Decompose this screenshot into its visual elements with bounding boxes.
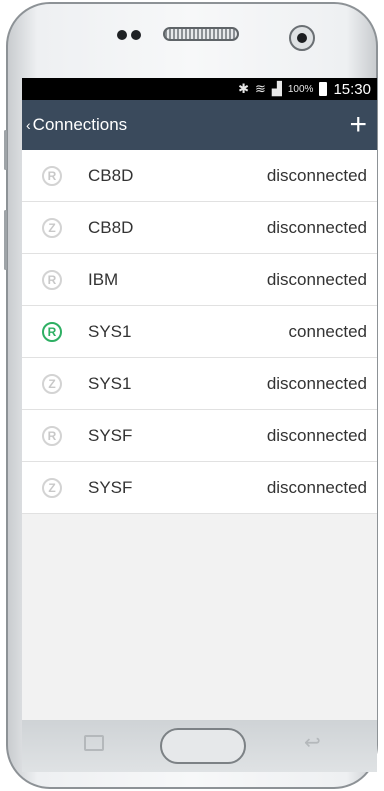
connection-status: disconnected <box>266 477 367 497</box>
list-item[interactable]: Z CB8D disconnected <box>22 202 377 254</box>
status-bar: ✱ ≋ ▟ 100% 15:30 <box>22 78 377 100</box>
side-button <box>4 130 7 170</box>
connection-name: SYSF <box>88 425 133 445</box>
connection-list: R CB8D disconnected Z CB8D disconnected … <box>22 150 377 514</box>
connection-name: CB8D <box>88 217 134 237</box>
connection-name: SYS1 <box>88 321 132 341</box>
connection-name: SYSF <box>88 477 133 497</box>
connection-name: IBM <box>88 269 119 289</box>
chevron-left-icon: ‹ <box>26 117 31 133</box>
clock: 15:30 <box>333 80 371 98</box>
side-button <box>4 210 7 270</box>
sensor-icon <box>117 30 127 40</box>
add-connection-button[interactable]: + <box>349 110 367 140</box>
connection-type-badge: Z <box>42 477 62 498</box>
connection-status: disconnected <box>266 165 367 185</box>
app-bar: ‹ Connections + <box>22 100 377 150</box>
wifi-icon: ≋ <box>254 81 266 96</box>
connection-status: disconnected <box>266 217 367 237</box>
connection-type-badge: R <box>42 165 62 186</box>
list-item[interactable]: R CB8D disconnected <box>22 150 377 202</box>
connection-type-badge: Z <box>42 217 62 238</box>
connection-type-badge: R <box>42 321 62 342</box>
connection-status: connected <box>288 321 367 341</box>
connection-status: disconnected <box>266 373 367 393</box>
connection-name: CB8D <box>88 165 134 185</box>
navigation-bar: ↩ <box>22 720 377 772</box>
connection-name: SYS1 <box>88 373 132 393</box>
list-item[interactable]: R SYSF disconnected <box>22 410 377 462</box>
front-camera-icon <box>289 25 315 51</box>
bluetooth-icon: ✱ <box>238 81 249 96</box>
connection-status: disconnected <box>266 269 367 289</box>
list-item[interactable]: Z SYS1 disconnected <box>22 358 377 410</box>
home-button[interactable] <box>160 728 246 764</box>
list-item[interactable]: R IBM disconnected <box>22 254 377 306</box>
screen: ✱ ≋ ▟ 100% 15:30 ‹ Connections + R CB8D … <box>22 78 377 720</box>
page-title: Connections <box>32 115 128 134</box>
recent-apps-icon[interactable] <box>84 735 104 751</box>
signal-icon: ▟ <box>271 81 282 96</box>
connection-status: disconnected <box>266 425 367 445</box>
back-arrow-icon[interactable]: ↩ <box>304 730 321 755</box>
list-item[interactable]: Z SYSF disconnected <box>22 462 377 514</box>
speaker-grille <box>163 27 239 41</box>
connection-type-badge: R <box>42 425 62 446</box>
connection-type-badge: Z <box>42 373 62 394</box>
sensor-icon <box>131 30 141 40</box>
battery-icon <box>319 82 328 96</box>
list-item[interactable]: R SYS1 connected <box>22 306 377 358</box>
battery-percent: 100% <box>287 83 314 95</box>
connection-type-badge: R <box>42 269 62 290</box>
back-button[interactable]: ‹ Connections <box>26 115 127 135</box>
